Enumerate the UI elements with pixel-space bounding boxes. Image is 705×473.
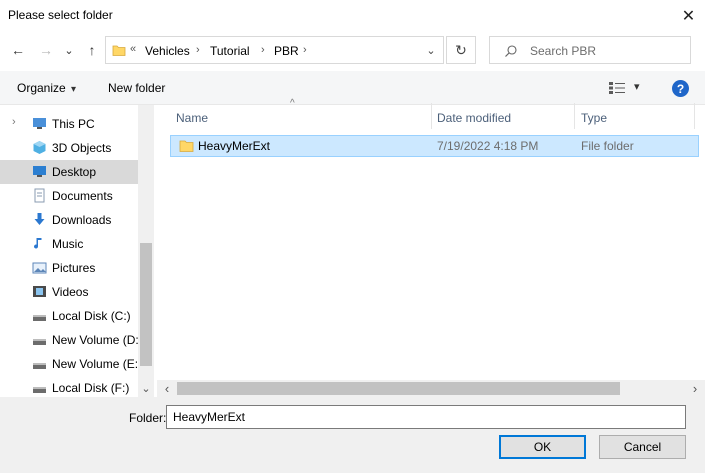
address-dropdown-button[interactable]: ⌄ xyxy=(418,37,444,63)
sidebar-item-label: Desktop xyxy=(52,165,97,179)
sidebar-item-downloads[interactable]: Downloads xyxy=(0,208,138,232)
sidebar-item-local-disk-c[interactable]: Local Disk (C:) xyxy=(0,304,138,328)
sidebar-item-documents[interactable]: Documents xyxy=(0,184,138,208)
picture-icon xyxy=(32,262,47,274)
desktop-icon xyxy=(33,166,46,177)
sidebar-item-3d-objects[interactable]: 3D Objects xyxy=(0,136,138,160)
computer-icon xyxy=(33,118,46,129)
music-icon xyxy=(34,238,42,249)
organize-label: Organize xyxy=(17,81,66,95)
breadcrumb-vehicles[interactable]: Vehicles xyxy=(145,44,190,58)
sidebar-item-label: 3D Objects xyxy=(52,141,112,155)
breadcrumb-overflow[interactable]: « xyxy=(130,43,136,55)
column-divider[interactable] xyxy=(694,103,695,129)
column-header-date-modified[interactable]: Date modified xyxy=(437,111,511,125)
folder-icon xyxy=(112,45,126,56)
column-header-type[interactable]: Type xyxy=(581,111,607,125)
address-bar[interactable]: « Vehicles › Tutorial › PBR › xyxy=(105,36,444,64)
horizontal-scrollbar-thumb[interactable] xyxy=(177,382,620,395)
help-button[interactable]: ? xyxy=(672,80,689,97)
up-button[interactable]: ↑ xyxy=(82,40,102,60)
forward-button[interactable]: → xyxy=(36,40,56,60)
breadcrumb-separator[interactable]: › xyxy=(303,44,307,56)
organize-button[interactable]: Organize ▾ xyxy=(17,81,76,95)
file-type: File folder xyxy=(581,139,634,153)
sidebar-item-label: Local Disk (F:) xyxy=(52,381,130,395)
sidebar-item-label: Local Disk (C:) xyxy=(52,309,131,323)
download-icon xyxy=(34,213,45,225)
scroll-down-button[interactable]: ⌄ xyxy=(138,380,154,397)
breadcrumb-separator[interactable]: › xyxy=(261,44,265,56)
up-arrow-icon: ↑ xyxy=(88,42,96,58)
sidebar-item-this-pc[interactable]: › This PC xyxy=(0,112,138,136)
search-icon xyxy=(505,45,517,57)
scroll-left-button[interactable]: ‹ xyxy=(160,380,174,397)
sidebar-item-label: Music xyxy=(52,237,84,251)
column-header-name[interactable]: Name xyxy=(176,111,208,125)
document-icon xyxy=(34,188,45,203)
close-button[interactable]: ✕ xyxy=(672,0,705,31)
file-date-modified: 7/19/2022 4:18 PM xyxy=(437,139,539,153)
video-icon xyxy=(33,286,46,297)
folder-label: Folder: xyxy=(129,411,167,425)
sidebar-item-label: Downloads xyxy=(52,213,112,227)
file-row[interactable]: HeavyMerExt 7/19/2022 4:18 PM File folde… xyxy=(170,135,699,157)
sidebar-item-desktop[interactable]: Desktop xyxy=(0,160,138,184)
drive-icon xyxy=(33,387,46,393)
back-arrow-icon: ← xyxy=(11,42,25,58)
column-divider[interactable] xyxy=(574,103,575,129)
sidebar-item-pictures[interactable]: Pictures xyxy=(0,256,138,280)
refresh-icon: ↻ xyxy=(455,41,467,58)
cube-icon xyxy=(33,141,46,154)
search-box[interactable]: Search PBR xyxy=(489,36,691,64)
folder-input[interactable]: HeavyMerExt xyxy=(166,405,686,429)
sidebar-item-label: Pictures xyxy=(52,261,96,275)
sidebar-item-new-volume-e[interactable]: New Volume (E:) xyxy=(0,352,138,376)
sidebar-item-label: Videos xyxy=(52,285,89,299)
forward-arrow-icon: → xyxy=(39,42,53,58)
sidebar-item-label: New Volume (D: xyxy=(52,333,138,347)
sidebar-item-new-volume-d[interactable]: New Volume (D: xyxy=(0,328,138,352)
chevron-down-icon: ⌄ xyxy=(426,44,436,57)
expand-chevron-icon[interactable]: › xyxy=(12,116,16,128)
drive-icon xyxy=(33,339,46,345)
new-folder-button[interactable]: New folder xyxy=(108,81,165,95)
drive-icon xyxy=(33,363,46,369)
new-folder-label: New folder xyxy=(108,81,166,95)
column-divider[interactable] xyxy=(431,103,432,129)
search-placeholder: Search PBR xyxy=(530,44,597,58)
sort-indicator-icon: ^ xyxy=(290,98,295,109)
help-icon: ? xyxy=(676,81,685,96)
chevron-right-icon: › xyxy=(692,381,698,396)
command-bar xyxy=(0,71,705,105)
drive-icon xyxy=(33,315,46,321)
ok-button[interactable]: OK xyxy=(499,435,586,459)
sidebar-item-music[interactable]: Music xyxy=(0,232,138,256)
sidebar-item-label: This PC xyxy=(52,117,95,131)
change-view-button[interactable]: ▾ xyxy=(609,80,645,96)
chevron-down-icon: ⌄ xyxy=(141,383,151,395)
details-view-icon xyxy=(609,82,625,94)
refresh-button[interactable]: ↻ xyxy=(446,36,476,64)
file-name: HeavyMerExt xyxy=(198,139,271,153)
scroll-right-button[interactable]: › xyxy=(688,380,702,397)
close-icon: ✕ xyxy=(681,7,696,25)
recent-locations-button[interactable]: ⌄ xyxy=(62,40,76,60)
chevron-down-icon: ⌄ xyxy=(64,44,74,57)
breadcrumb-separator[interactable]: › xyxy=(196,44,200,56)
breadcrumb-tutorial[interactable]: Tutorial xyxy=(210,44,250,58)
chevron-down-icon: ▾ xyxy=(634,81,640,93)
window-title: Please select folder xyxy=(8,8,113,22)
folder-icon xyxy=(179,140,194,152)
sidebar-item-videos[interactable]: Videos xyxy=(0,280,138,304)
chevron-down-icon: ▾ xyxy=(71,84,77,95)
sidebar-item-label: Documents xyxy=(52,189,113,203)
breadcrumb-pbr[interactable]: PBR xyxy=(274,44,299,58)
chevron-left-icon: ‹ xyxy=(164,381,170,396)
sidebar-item-label: New Volume (E:) xyxy=(52,357,138,371)
cancel-button[interactable]: Cancel xyxy=(599,435,686,459)
back-button[interactable]: ← xyxy=(8,40,28,60)
navigation-scrollbar-thumb[interactable] xyxy=(140,243,152,366)
